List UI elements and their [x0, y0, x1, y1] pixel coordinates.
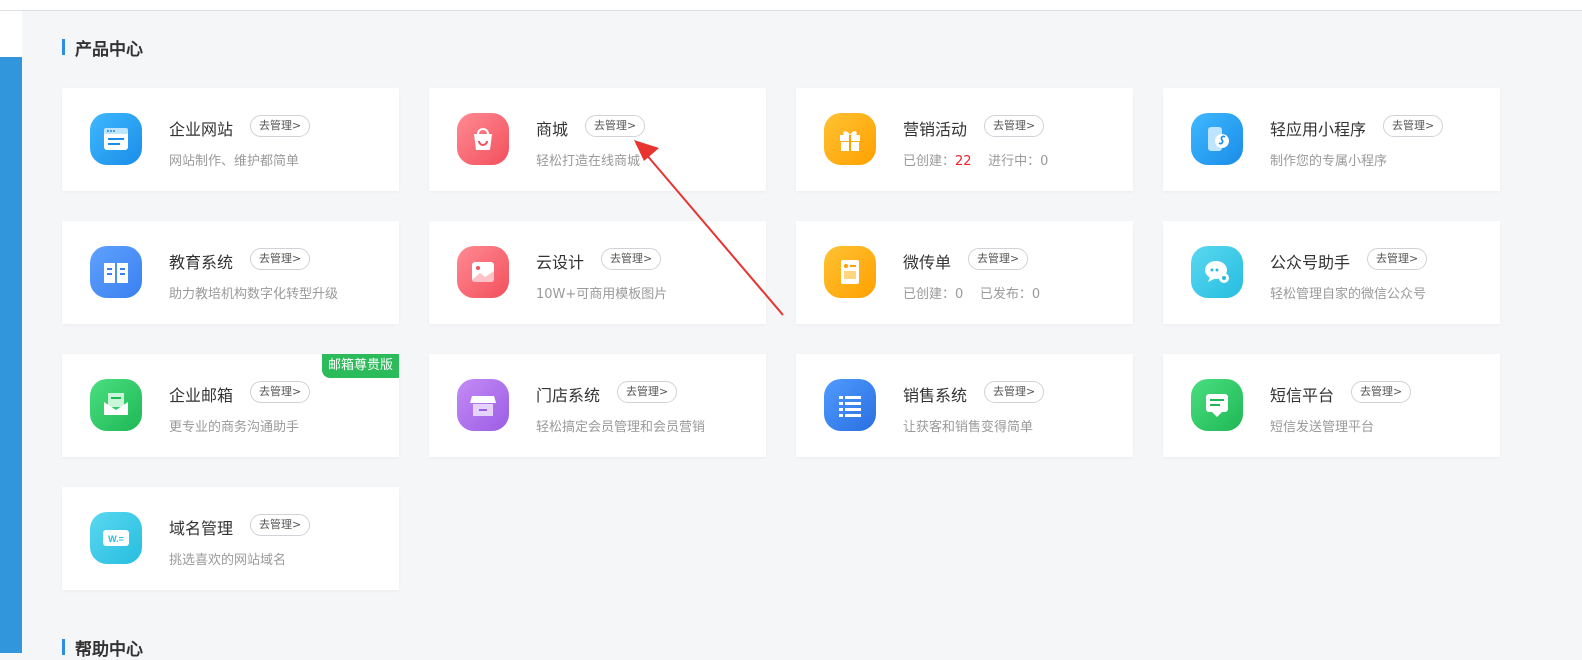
sidebar-top [0, 11, 22, 57]
product-name: 轻应用小程序 [1270, 120, 1367, 139]
product-desc: 短信发送管理平台 [1270, 420, 1375, 435]
stat-created-value: 0 [955, 287, 964, 302]
sidebar [0, 57, 22, 653]
product-name: 企业网站 [169, 120, 234, 139]
product-card-flyer[interactable]: 微传单 去管理> 已创建：0 已发布：0 [796, 221, 1133, 324]
manage-button[interactable]: 去管理> [1367, 248, 1428, 270]
stat-created-label: 已创建： [903, 287, 956, 302]
section-header: 产品中心 [62, 36, 143, 60]
product-card-mail[interactable]: 邮箱尊贵版 企业邮箱 去管理> 更专业的商务沟通助手 [62, 354, 399, 457]
manage-button[interactable]: 去管理> [617, 381, 678, 403]
mini-program-icon [1191, 113, 1243, 165]
product-card-website[interactable]: 企业网站 去管理> 网站制作、维护都简单 [62, 88, 399, 191]
stat-running-label: 进行中： [988, 154, 1041, 169]
premium-badge: 邮箱尊贵版 [321, 354, 399, 378]
stat-created-value: 22 [955, 154, 972, 169]
stat-published-label: 已发布： [979, 287, 1032, 302]
product-card-sms[interactable]: 短信平台 去管理> 短信发送管理平台 [1163, 354, 1500, 457]
product-card-store[interactable]: 门店系统 去管理> 轻松搞定会员管理和会员营销 [429, 354, 766, 457]
section-accent-bar [62, 39, 65, 55]
manage-button[interactable]: 去管理> [250, 381, 311, 403]
product-card-education[interactable]: 教育系统 去管理> 助力教培机构数字化转型升级 [62, 221, 399, 324]
product-name: 销售系统 [903, 386, 968, 405]
gift-icon [824, 113, 876, 165]
manage-button[interactable]: 去管理> [968, 248, 1029, 270]
product-card-wechat-assistant[interactable]: 公众号助手 去管理> 轻松管理自家的微信公众号 [1163, 221, 1500, 324]
product-card-mall[interactable]: 商城 去管理> 轻松打造在线商城 [429, 88, 766, 191]
stat-published-value: 0 [1031, 287, 1041, 302]
product-name: 企业邮箱 [169, 386, 234, 405]
product-desc: 网站制作、维护都简单 [169, 154, 300, 169]
product-desc: 让获客和销售变得简单 [903, 420, 1034, 435]
sms-icon [1191, 379, 1243, 431]
top-bar [0, 0, 1582, 11]
manage-button[interactable]: 去管理> [585, 115, 646, 137]
product-name: 微传单 [903, 253, 952, 272]
product-desc: 更专业的商务沟通助手 [169, 420, 300, 435]
image-icon [457, 246, 509, 298]
product-stats: 已创建：22 进行中：0 [903, 150, 1048, 169]
product-card-cloud-design[interactable]: 云设计 去管理> 10W+可商用模板图片 [429, 221, 766, 324]
product-desc: 挑选喜欢的网站域名 [169, 553, 287, 568]
section-title: 产品中心 [75, 39, 143, 60]
product-name: 商城 [536, 120, 569, 139]
manage-button[interactable]: 去管理> [984, 381, 1045, 403]
product-name: 短信平台 [1270, 386, 1335, 405]
product-name: 云设计 [536, 253, 585, 272]
manage-button[interactable]: 去管理> [250, 514, 311, 536]
manage-button[interactable]: 去管理> [250, 115, 311, 137]
website-icon [90, 113, 142, 165]
product-desc: 10W+可商用模板图片 [536, 287, 668, 302]
shopping-bag-icon [457, 113, 509, 165]
product-desc: 轻松管理自家的微信公众号 [1270, 287, 1427, 302]
product-name: 公众号助手 [1270, 253, 1351, 272]
store-icon [457, 379, 509, 431]
flyer-icon [824, 246, 876, 298]
domain-icon: W.= [90, 512, 142, 564]
product-card-sales[interactable]: 销售系统 去管理> 让获客和销售变得简单 [796, 354, 1133, 457]
manage-button[interactable]: 去管理> [1383, 115, 1444, 137]
mail-icon [90, 379, 142, 431]
product-desc: 助力教培机构数字化转型升级 [169, 287, 339, 302]
section-title-help: 帮助中心 [75, 639, 143, 660]
manage-button[interactable]: 去管理> [1351, 381, 1412, 403]
manage-button[interactable]: 去管理> [601, 248, 662, 270]
product-desc: 轻松打造在线商城 [536, 154, 641, 169]
product-stats: 已创建：0 已发布：0 [903, 283, 1040, 302]
section-header-help: 帮助中心 [62, 636, 143, 660]
product-name: 教育系统 [169, 253, 234, 272]
product-card-mini-program[interactable]: 轻应用小程序 去管理> 制作您的专属小程序 [1163, 88, 1500, 191]
product-desc: 轻松搞定会员管理和会员营销 [536, 420, 706, 435]
wechat-icon [1191, 246, 1243, 298]
stat-running-value: 0 [1040, 154, 1049, 169]
product-name: 域名管理 [169, 519, 234, 538]
product-card-domain[interactable]: W.= 域名管理 去管理> 挑选喜欢的网站域名 [62, 487, 399, 590]
book-icon [90, 246, 142, 298]
list-icon [824, 379, 876, 431]
product-card-marketing[interactable]: 营销活动 去管理> 已创建：22 进行中：0 [796, 88, 1133, 191]
product-desc: 制作您的专属小程序 [1270, 154, 1388, 169]
svg-text:W.=: W.= [108, 534, 124, 544]
product-name: 门店系统 [536, 386, 601, 405]
manage-button[interactable]: 去管理> [250, 248, 311, 270]
stat-created-label: 已创建： [903, 154, 956, 169]
manage-button[interactable]: 去管理> [984, 115, 1045, 137]
product-name: 营销活动 [903, 120, 968, 139]
